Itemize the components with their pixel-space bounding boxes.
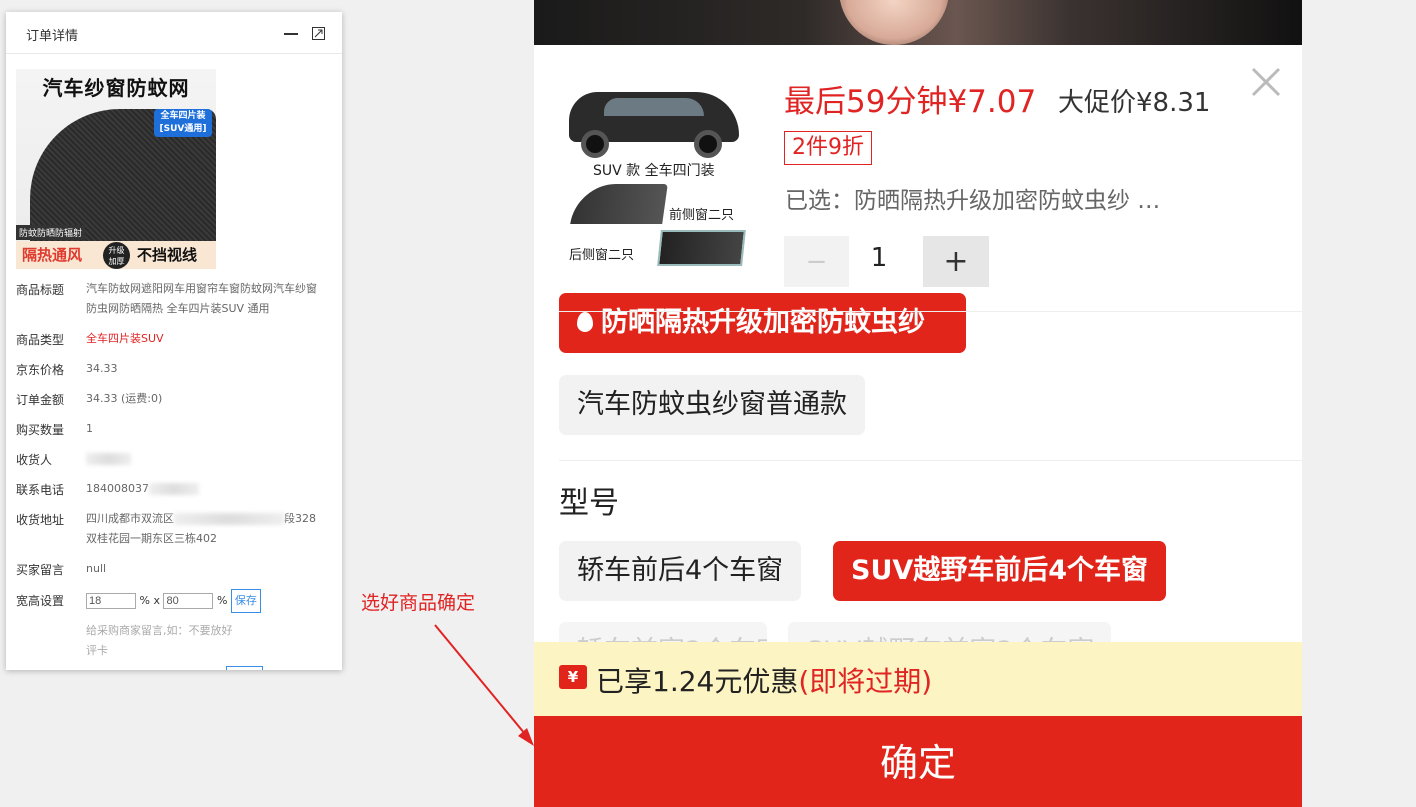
model-option-suv-4[interactable]: SUV越野车前后4个车窗 xyxy=(833,541,1167,601)
style-option-regular[interactable]: 汽车防蚊虫纱窗普通款 xyxy=(559,375,865,435)
label: 京东价格 xyxy=(16,363,65,377)
countdown-price: 最后59分钟¥7.07 xyxy=(784,84,1037,120)
coupon-bar: ¥ 已享1.24元优惠(即将过期) xyxy=(534,642,1302,716)
value-redacted xyxy=(86,449,326,469)
phone-number: 184008037 xyxy=(86,482,149,495)
times-sign: x xyxy=(153,594,160,607)
quantity-increase-button[interactable]: + xyxy=(923,236,989,287)
circle-line1: 升级 xyxy=(108,246,125,255)
width-input[interactable] xyxy=(86,593,136,609)
confirm-button[interactable]: 确定 xyxy=(534,716,1302,807)
wheel-icon xyxy=(694,130,722,158)
bottom-left-text: 隔热通风 xyxy=(22,246,83,264)
size-controls: % x % 保存 xyxy=(86,589,326,613)
style-option-upgraded[interactable]: 防晒隔热升级加密防蚊虫纱 xyxy=(559,293,966,353)
value: 34.33 (运费:0) xyxy=(86,392,163,405)
label: 收货地址 xyxy=(16,513,65,527)
redacted-mask xyxy=(149,483,199,495)
address-start: 四川成都市双流区 xyxy=(86,512,174,525)
model-photo xyxy=(839,0,949,45)
circle-line2: 加厚 xyxy=(108,257,125,266)
divider xyxy=(559,460,1302,461)
value: 34.33 xyxy=(86,362,118,375)
quantity-decrease-button[interactable]: − xyxy=(784,236,849,287)
promo-price: 大促价¥8.31 xyxy=(1058,88,1211,118)
save-button[interactable]: 保存 xyxy=(230,589,261,613)
label: 宽高设置 xyxy=(16,594,65,608)
panel-header: 订单详情 xyxy=(6,12,342,54)
discount-badge: 2件9折 xyxy=(784,131,872,165)
badge-line2: [SUV通用] xyxy=(159,124,207,134)
sku-thumbnail: SUV 款 全车四门装 前侧窗二只 后侧窗二只 xyxy=(559,72,757,272)
quantity-value[interactable]: 1 xyxy=(859,243,899,273)
label: 商品类型 xyxy=(16,333,65,347)
divider xyxy=(559,311,1302,312)
label: 购买数量 xyxy=(16,423,65,437)
product-image-strip: 防蚊防晒防辐射 xyxy=(16,225,86,240)
coupon-amount: 已享1.24元优惠 xyxy=(596,665,799,698)
expand-icon[interactable] xyxy=(312,27,325,40)
coupon-expire: (即将过期) xyxy=(798,665,933,698)
label: 订单金额 xyxy=(16,393,65,407)
close-icon[interactable] xyxy=(1250,66,1282,98)
percent-sign: % xyxy=(216,594,228,607)
value: 184008037 xyxy=(86,479,326,499)
value: 汽车防蚊网遮阳网车用窗帘车窗防蚊网汽车纱窗防虫网防晒隔热 全车四片装SUV 通用 xyxy=(86,282,317,315)
model-option-sedan-4[interactable]: 轿车前后4个车窗 xyxy=(559,541,802,601)
badge-line1: 全车四片装 xyxy=(160,111,206,121)
front-caption: 前侧窗二只 xyxy=(669,208,735,223)
bottom-right-text: 不挡视线 xyxy=(137,246,198,264)
address-end: 段328 xyxy=(284,512,316,525)
address-line2: 双桂花园一期东区三栋402 xyxy=(86,532,217,545)
product-image-bottom: 隔热通风 升级 加厚 不挡视线 xyxy=(16,241,216,269)
value: 四川成都市双流区 段328 双桂花园一期东区三栋402 xyxy=(86,509,326,549)
value: null xyxy=(86,562,107,575)
product-spec-sheet: SUV 款 全车四门装 前侧窗二只 后侧窗二只 最后59分钟¥7.07 大促价¥… xyxy=(534,0,1302,807)
label: 商品标题 xyxy=(16,283,65,297)
flame-icon xyxy=(577,312,593,332)
annotation-arrow-icon xyxy=(434,624,534,746)
selected-spec: 已选：防晒隔热升级加密防蚊虫纱 … xyxy=(785,188,1161,214)
order-detail-panel: 订单详情 汽车纱窗防蚊网 全车四片装 [SUV通用] 防蚊防晒防辐射 隔热通风 … xyxy=(6,12,342,670)
front-net-image xyxy=(570,184,668,224)
redacted-mask xyxy=(174,513,284,525)
coupon-text: 已享1.24元优惠(即将过期) xyxy=(596,660,932,700)
value: 全车四片装SUV xyxy=(86,332,164,345)
product-image-badge: 全车四片装 [SUV通用] xyxy=(154,109,212,137)
rear-caption: 后侧窗二只 xyxy=(569,248,635,263)
wheel-icon xyxy=(581,130,609,158)
height-input[interactable] xyxy=(163,593,214,609)
model-section-label: 型号 xyxy=(559,486,619,521)
redacted-mask xyxy=(86,453,131,465)
annotation-text: 选好商品确定 xyxy=(361,592,476,614)
thumb-caption: SUV 款 全车四门装 xyxy=(593,163,715,179)
message-hint: 给采购商家留言,如：不要放好评卡 xyxy=(86,624,233,657)
rear-net-image xyxy=(657,230,746,266)
value: 1 xyxy=(86,422,93,435)
product-image-headline: 汽车纱窗防蚊网 xyxy=(42,76,190,100)
percent-sign: % xyxy=(139,594,150,607)
label: 买家留言 xyxy=(16,563,65,577)
label: 联系电话 xyxy=(16,483,65,497)
car-window-shape xyxy=(604,98,704,116)
partial-button[interactable] xyxy=(226,666,263,670)
label: 收货人 xyxy=(16,453,53,467)
background-photo xyxy=(534,0,1302,45)
product-image: 汽车纱窗防蚊网 全车四片装 [SUV通用] 防蚊防晒防辐射 隔热通风 升级 加厚… xyxy=(16,69,216,269)
panel-title: 订单详情 xyxy=(26,29,79,44)
upgrade-badge: 升级 加厚 xyxy=(103,242,130,269)
coupon-icon: ¥ xyxy=(559,665,587,689)
minimize-icon[interactable] xyxy=(284,33,298,35)
